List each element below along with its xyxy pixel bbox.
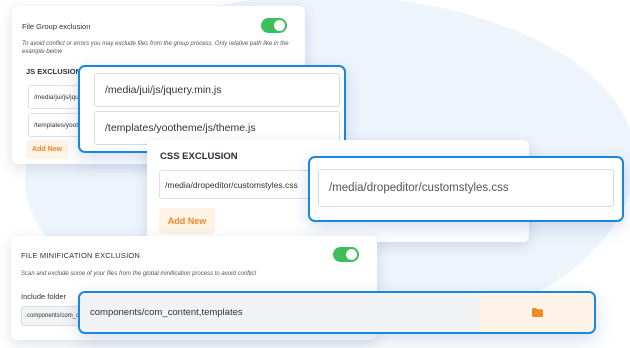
minification-hint: Scan and exclude some of your files from… (21, 271, 257, 277)
folder-picker-button[interactable] (480, 293, 594, 332)
folder-field[interactable]: components/com_content,templates (80, 293, 480, 332)
js-exclusion-field[interactable]: /media/jui/js/jquery.min.js (94, 73, 340, 107)
css-exclusion-callout: /media/dropeditor/customstyles.css (308, 156, 624, 222)
include-folder-label: Include folder (21, 292, 67, 301)
css-add-new-button[interactable]: Add New (159, 208, 215, 234)
file-group-title: File Group exclusion (22, 22, 91, 31)
folder-icon (531, 308, 543, 317)
js-add-new-button[interactable]: Add New (26, 140, 68, 159)
css-exclusion-field[interactable]: /media/dropeditor/customstyles.css (159, 170, 319, 199)
minification-toggle[interactable] (333, 247, 359, 262)
folder-callout: components/com_content,templates (78, 291, 596, 334)
file-group-hint: To avoid conflict or errors you may excl… (22, 41, 289, 55)
folder-field[interactable]: components/com_content,templates (21, 306, 81, 326)
css-exclusion-field[interactable]: /media/dropeditor/customstyles.css (318, 169, 614, 207)
minification-title: FILE MINIFICATION EXCLUSION (21, 251, 141, 260)
file-group-toggle[interactable] (261, 18, 287, 33)
js-exclusion-heading: JS EXCLUSION (26, 67, 82, 76)
css-exclusion-heading: CSS EXCLUSION (160, 151, 238, 162)
